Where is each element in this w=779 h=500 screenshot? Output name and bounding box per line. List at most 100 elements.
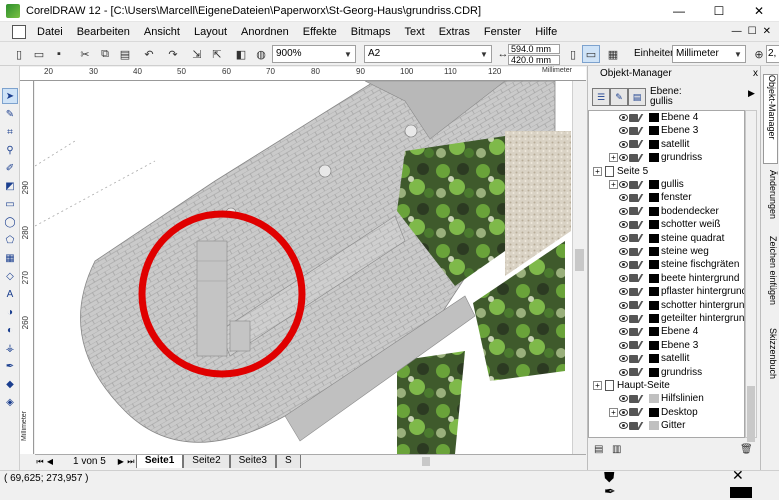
close-button[interactable]: ✕ bbox=[739, 0, 779, 22]
edit-pencil-icon[interactable] bbox=[636, 274, 650, 283]
new-layer-icon[interactable]: ▤ bbox=[594, 444, 610, 458]
edit-pencil-icon[interactable] bbox=[636, 394, 650, 403]
sidetab-aenderungen[interactable]: Änderungen bbox=[763, 170, 778, 230]
visibility-eye-icon[interactable] bbox=[619, 261, 628, 269]
paste-icon[interactable]: ▤ bbox=[116, 45, 134, 63]
layer-color-swatch[interactable] bbox=[649, 233, 659, 243]
tab-seite4-truncated[interactable]: S bbox=[276, 455, 301, 468]
vertical-ruler[interactable]: 290 280 270 260 Millimeter bbox=[20, 81, 34, 454]
layer-color-swatch[interactable] bbox=[649, 206, 659, 216]
visibility-eye-icon[interactable] bbox=[619, 248, 628, 255]
export-icon[interactable]: ⇱ bbox=[208, 45, 226, 63]
show-properties-icon[interactable]: ☰ bbox=[592, 88, 610, 106]
layer-color-swatch[interactable] bbox=[649, 394, 659, 404]
visibility-eye-icon[interactable] bbox=[619, 194, 628, 202]
edit-pencil-icon[interactable] bbox=[636, 220, 650, 229]
docker-menu-arrow-icon[interactable]: ▶ bbox=[748, 88, 755, 99]
edit-pencil-icon[interactable] bbox=[636, 341, 650, 350]
redo-icon[interactable]: ↷ bbox=[164, 45, 182, 63]
edit-pencil-icon[interactable] bbox=[636, 207, 650, 216]
cut-icon[interactable]: ✂ bbox=[76, 45, 94, 63]
scroll-thumb[interactable] bbox=[575, 249, 584, 271]
edit-pencil-icon[interactable] bbox=[636, 301, 650, 310]
visibility-eye-icon[interactable] bbox=[619, 408, 628, 416]
expand-toggle-icon[interactable]: + bbox=[609, 180, 618, 189]
layer-color-swatch[interactable] bbox=[649, 300, 659, 310]
layer-color-swatch[interactable] bbox=[649, 407, 659, 417]
visibility-eye-icon[interactable] bbox=[619, 422, 628, 430]
layer-color-swatch[interactable] bbox=[649, 260, 659, 270]
edit-pencil-icon[interactable] bbox=[636, 314, 650, 323]
visibility-eye-icon[interactable] bbox=[619, 181, 628, 188]
layer-color-swatch[interactable] bbox=[649, 367, 659, 377]
interactive-fill-icon[interactable]: ◈ bbox=[2, 394, 18, 410]
tree-layer-row[interactable]: satellit bbox=[619, 138, 689, 151]
layer-color-swatch[interactable] bbox=[649, 287, 659, 297]
previous-page-icon[interactable]: ◀ bbox=[45, 457, 55, 466]
tab-seite2[interactable]: Seite2 bbox=[183, 455, 230, 468]
menu-text[interactable]: Text bbox=[398, 22, 432, 42]
horizontal-ruler[interactable]: 20 30 40 50 60 70 80 90 100 110 120 Millimeter bbox=[20, 67, 586, 81]
edit-pencil-icon[interactable] bbox=[636, 327, 650, 336]
visibility-eye-icon[interactable] bbox=[619, 341, 628, 349]
page-width-field[interactable]: 594.0 mm bbox=[508, 44, 560, 54]
tree-layer-row[interactable]: Ebene 3 bbox=[619, 339, 698, 352]
landscape-icon[interactable]: ▭ bbox=[582, 45, 600, 63]
app-launcher-icon[interactable]: ◧ bbox=[232, 45, 250, 63]
menu-fenster[interactable]: Fenster bbox=[477, 22, 528, 42]
tree-scrollbar[interactable] bbox=[745, 110, 757, 442]
visibility-eye-icon[interactable] bbox=[619, 234, 628, 242]
interactive-blend-icon[interactable]: ◑ bbox=[2, 304, 18, 320]
edit-pencil-icon[interactable] bbox=[636, 287, 650, 296]
zoom-tool-icon[interactable]: ⚲ bbox=[2, 142, 18, 158]
edit-pencil-icon[interactable] bbox=[636, 153, 650, 162]
menu-hilfe[interactable]: Hilfe bbox=[528, 22, 564, 42]
tree-layer-row[interactable]: schotter hintergrund bbox=[619, 299, 744, 312]
tree-scroll-thumb[interactable] bbox=[747, 386, 755, 442]
tree-layer-row[interactable]: + Desktop bbox=[609, 406, 698, 419]
shape-tool-icon[interactable]: ✎ bbox=[2, 106, 18, 122]
canvas-vertical-scrollbar[interactable] bbox=[572, 81, 586, 454]
basic-shapes-icon[interactable]: ◇ bbox=[2, 268, 18, 284]
outline-tool-icon[interactable]: ✒ bbox=[2, 358, 18, 374]
edit-pencil-icon[interactable] bbox=[636, 354, 650, 363]
ellipse-tool-icon[interactable]: ◯ bbox=[2, 214, 18, 230]
edit-pencil-icon[interactable] bbox=[636, 113, 650, 122]
edit-across-layers-icon[interactable]: ✎ bbox=[610, 88, 628, 106]
visibility-eye-icon[interactable] bbox=[619, 368, 628, 376]
delete-icon[interactable]: 🗑 bbox=[740, 444, 756, 458]
edit-pencil-icon[interactable] bbox=[636, 126, 650, 135]
transparency-tool-icon[interactable]: ◐ bbox=[2, 322, 18, 338]
menu-extras[interactable]: Extras bbox=[432, 22, 477, 42]
paper-size-combo[interactable]: A2 ▼ bbox=[364, 45, 492, 63]
tree-layer-row[interactable]: satellit bbox=[619, 352, 689, 365]
tab-seite3[interactable]: Seite3 bbox=[229, 455, 276, 468]
undo-icon[interactable]: ↶ bbox=[140, 45, 158, 63]
mdi-maximize-button[interactable]: ☐ bbox=[748, 26, 757, 37]
corel-online-icon[interactable]: ◍ bbox=[252, 45, 270, 63]
tab-seite1[interactable]: Seite1 bbox=[135, 455, 184, 468]
visibility-eye-icon[interactable] bbox=[619, 355, 628, 363]
tree-layer-row[interactable]: Ebene 3 bbox=[619, 124, 698, 137]
tree-layer-row[interactable]: Ebene 4 bbox=[619, 325, 698, 338]
menu-datei[interactable]: Datei bbox=[30, 22, 70, 42]
page-height-field[interactable]: 420.0 mm bbox=[508, 55, 560, 65]
minimize-button[interactable]: — bbox=[659, 0, 699, 22]
rectangle-tool-icon[interactable]: ▭ bbox=[2, 196, 18, 212]
edit-pencil-icon[interactable] bbox=[636, 234, 650, 243]
tree-layer-row[interactable]: Hilfslinien bbox=[619, 392, 704, 405]
layer-color-swatch[interactable] bbox=[649, 327, 659, 337]
layer-color-swatch[interactable] bbox=[649, 273, 659, 283]
next-page-icon[interactable]: ▶ bbox=[116, 457, 126, 466]
visibility-eye-icon[interactable] bbox=[619, 328, 628, 336]
menu-bearbeiten[interactable]: Bearbeiten bbox=[70, 22, 137, 42]
layer-color-swatch[interactable] bbox=[649, 354, 659, 364]
eyedropper-icon[interactable]: ⚶ bbox=[2, 340, 18, 356]
visibility-eye-icon[interactable] bbox=[619, 274, 628, 282]
menu-bitmaps[interactable]: Bitmaps bbox=[344, 22, 398, 42]
edit-pencil-icon[interactable] bbox=[636, 193, 650, 202]
visibility-eye-icon[interactable] bbox=[619, 221, 628, 229]
expand-toggle-icon[interactable]: + bbox=[609, 153, 618, 163]
mdi-minimize-button[interactable]: — bbox=[732, 26, 742, 37]
sidetab-skizzenbuch[interactable]: Skizzenbuch bbox=[763, 328, 778, 398]
